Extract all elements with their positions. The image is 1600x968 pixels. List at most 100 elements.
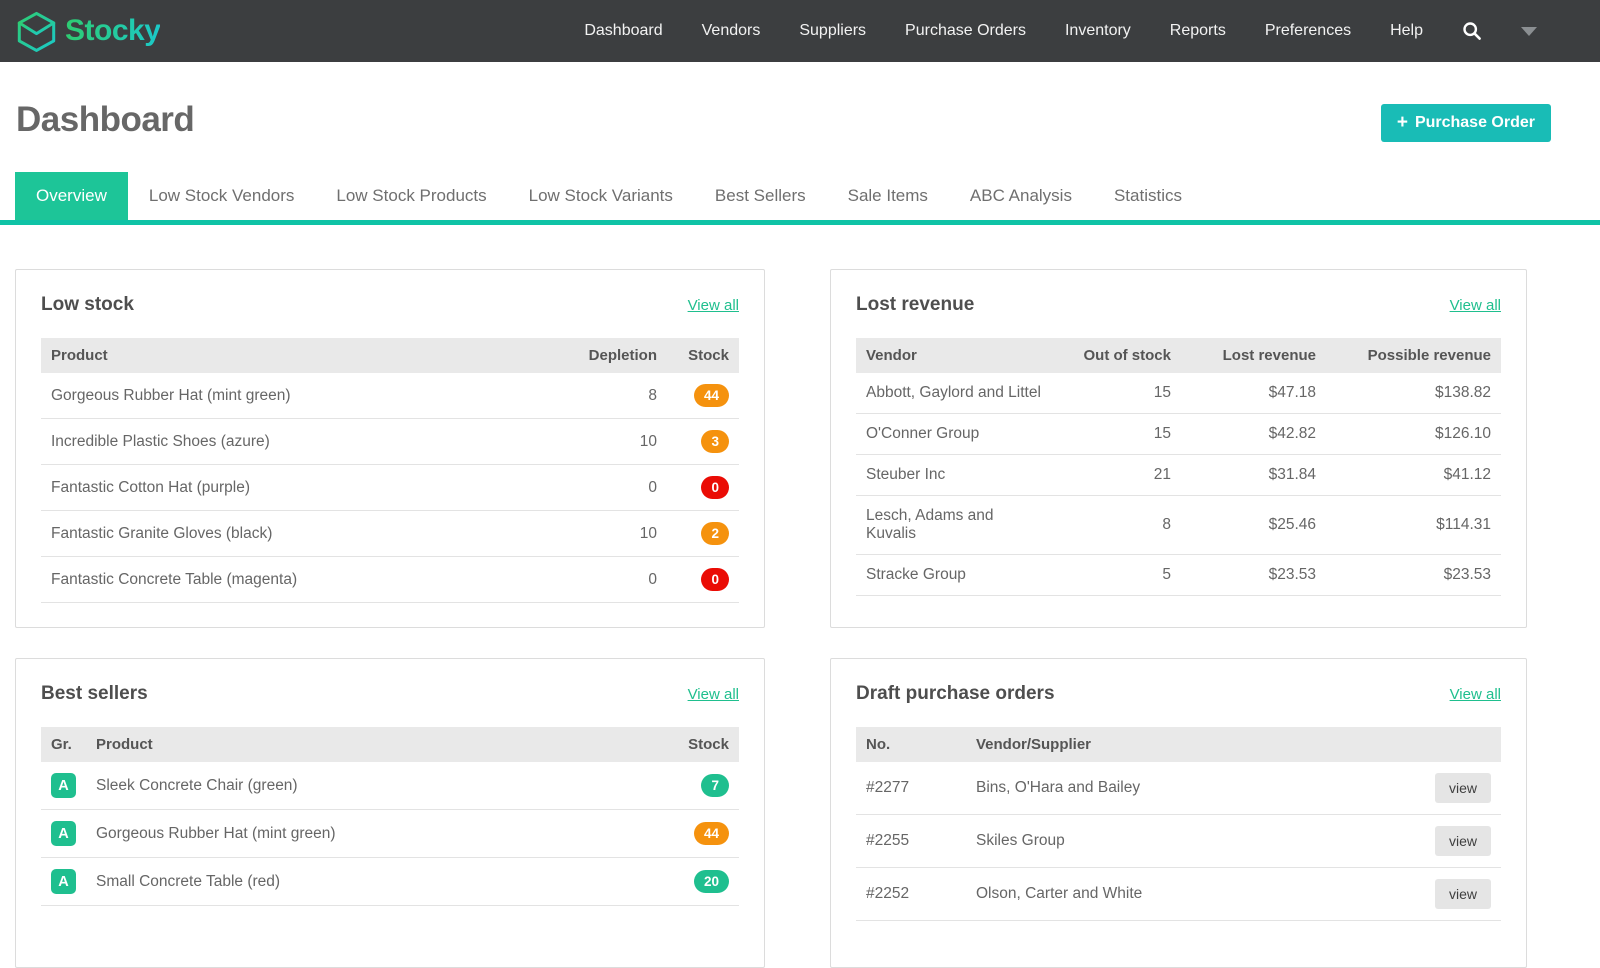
- low-stock-table: Product Depletion Stock Gorgeous Rubber …: [41, 338, 739, 603]
- card-title: Lost revenue: [856, 294, 974, 316]
- tab[interactable]: Low Stock Variants: [508, 172, 694, 220]
- product-cell: Fantastic Cotton Hat (purple): [41, 465, 557, 511]
- possible-revenue-cell: $114.31: [1326, 496, 1501, 555]
- tab[interactable]: ABC Analysis: [949, 172, 1093, 220]
- column-header: Vendor/Supplier: [966, 727, 1425, 762]
- table-row: Gorgeous Rubber Hat (mint green) 8 44: [41, 373, 739, 419]
- top-navbar: Stocky Dashboard Vendors Suppliers Purch…: [0, 0, 1600, 62]
- column-header: Stock: [667, 727, 739, 762]
- out-of-stock-cell: 21: [1051, 455, 1181, 496]
- table-row: Stracke Group 5 $23.53 $23.53: [856, 555, 1501, 596]
- nav-item[interactable]: Reports: [1170, 22, 1226, 40]
- vendor-cell: Steuber Inc: [856, 455, 1051, 496]
- column-header: Gr.: [41, 727, 86, 762]
- tab[interactable]: Statistics: [1093, 172, 1203, 220]
- page-header: Dashboard + Purchase Order: [0, 62, 1600, 142]
- column-header: [1425, 727, 1501, 762]
- product-cell: Sleek Concrete Chair (green): [86, 762, 667, 810]
- table-row: O'Conner Group 15 $42.82 $126.10: [856, 414, 1501, 455]
- vendor-cell: Stracke Group: [856, 555, 1051, 596]
- nav-item[interactable]: Preferences: [1265, 22, 1351, 40]
- table-row: Fantastic Granite Gloves (black) 10 2: [41, 511, 739, 557]
- possible-revenue-cell: $138.82: [1326, 373, 1501, 414]
- nav-item[interactable]: Inventory: [1065, 22, 1131, 40]
- view-all-link[interactable]: View all: [688, 686, 739, 703]
- nav-item[interactable]: Vendors: [702, 22, 761, 40]
- table-row: Lesch, Adams and Kuvalis 8 $25.46 $114.3…: [856, 496, 1501, 555]
- page-title: Dashboard: [16, 100, 194, 140]
- dashboard-tabs: Overview Low Stock Vendors Low Stock Pro…: [0, 172, 1600, 220]
- stocky-cube-logo-icon: [15, 9, 58, 54]
- table-row: Steuber Inc 21 $31.84 $41.12: [856, 455, 1501, 496]
- depletion-cell: 0: [557, 557, 667, 603]
- column-header: Vendor: [856, 338, 1051, 373]
- stock-badge: 0: [701, 476, 729, 499]
- stock-badge: 20: [694, 870, 729, 893]
- low-stock-card: Low stock View all Product Depletion Sto…: [15, 269, 765, 628]
- chevron-down-icon[interactable]: [1521, 27, 1537, 36]
- purchase-order-button[interactable]: + Purchase Order: [1381, 104, 1551, 142]
- search-button[interactable]: [1462, 21, 1482, 41]
- card-title: Best sellers: [41, 683, 148, 705]
- table-row: A Small Concrete Table (red) 20: [41, 858, 739, 906]
- table-row: #2252 Olson, Carter and White view: [856, 868, 1501, 921]
- product-cell: Small Concrete Table (red): [86, 858, 667, 906]
- brand-name: Stocky: [65, 14, 160, 48]
- stock-badge: 2: [701, 522, 729, 545]
- out-of-stock-cell: 8: [1051, 496, 1181, 555]
- depletion-cell: 10: [557, 511, 667, 557]
- depletion-cell: 0: [557, 465, 667, 511]
- table-row: Fantastic Concrete Table (magenta) 0 0: [41, 557, 739, 603]
- po-number-cell: #2255: [856, 815, 966, 868]
- view-all-link[interactable]: View all: [1450, 686, 1501, 703]
- table-row: #2255 Skiles Group view: [856, 815, 1501, 868]
- column-header: Possible revenue: [1326, 338, 1501, 373]
- possible-revenue-cell: $41.12: [1326, 455, 1501, 496]
- column-header: No.: [856, 727, 966, 762]
- tab[interactable]: Low Stock Vendors: [128, 172, 316, 220]
- view-button[interactable]: view: [1435, 773, 1491, 803]
- tab[interactable]: Low Stock Products: [315, 172, 507, 220]
- table-row: Fantastic Cotton Hat (purple) 0 0: [41, 465, 739, 511]
- vendor-cell: Lesch, Adams and Kuvalis: [856, 496, 1051, 555]
- out-of-stock-cell: 15: [1051, 373, 1181, 414]
- main-content: Dashboard + Purchase Order Overview Low …: [0, 62, 1600, 968]
- best-sellers-card: Best sellers View all Gr. Product Stock …: [15, 658, 765, 968]
- view-all-link[interactable]: View all: [1450, 297, 1501, 314]
- draft-purchase-orders-table: No. Vendor/Supplier #2277 Bins, O'Hara a…: [856, 727, 1501, 921]
- possible-revenue-cell: $126.10: [1326, 414, 1501, 455]
- po-number-cell: #2277: [856, 762, 966, 815]
- nav-item[interactable]: Suppliers: [799, 22, 866, 40]
- stock-badge: 3: [701, 430, 729, 453]
- product-cell: Gorgeous Rubber Hat (mint green): [86, 810, 667, 858]
- grade-badge: A: [51, 773, 76, 798]
- brand-logo[interactable]: Stocky: [15, 9, 160, 54]
- column-header: Lost revenue: [1181, 338, 1326, 373]
- nav-item[interactable]: Dashboard: [584, 22, 662, 40]
- lost-revenue-cell: $23.53: [1181, 555, 1326, 596]
- depletion-cell: 10: [557, 419, 667, 465]
- view-all-link[interactable]: View all: [688, 297, 739, 314]
- vendor-cell: Skiles Group: [966, 815, 1425, 868]
- tab[interactable]: Sale Items: [827, 172, 949, 220]
- card-title: Low stock: [41, 294, 134, 316]
- view-button[interactable]: view: [1435, 826, 1491, 856]
- purchase-order-button-label: Purchase Order: [1415, 114, 1535, 132]
- table-row: A Gorgeous Rubber Hat (mint green) 44: [41, 810, 739, 858]
- product-cell: Fantastic Granite Gloves (black): [41, 511, 557, 557]
- tab[interactable]: Overview: [15, 172, 128, 220]
- vendor-cell: Bins, O'Hara and Bailey: [966, 762, 1425, 815]
- nav-item[interactable]: Purchase Orders: [905, 22, 1026, 40]
- nav-utilities: [1462, 21, 1537, 41]
- product-cell: Fantastic Concrete Table (magenta): [41, 557, 557, 603]
- nav-item[interactable]: Help: [1390, 22, 1423, 40]
- column-header: Stock: [667, 338, 739, 373]
- draft-purchase-orders-card: Draft purchase orders View all No. Vendo…: [830, 658, 1527, 968]
- table-row: A Sleek Concrete Chair (green) 7: [41, 762, 739, 810]
- out-of-stock-cell: 15: [1051, 414, 1181, 455]
- table-row: #2277 Bins, O'Hara and Bailey view: [856, 762, 1501, 815]
- view-button[interactable]: view: [1435, 879, 1491, 909]
- tab[interactable]: Best Sellers: [694, 172, 827, 220]
- vendor-cell: Abbott, Gaylord and Littel: [856, 373, 1051, 414]
- lost-revenue-cell: $42.82: [1181, 414, 1326, 455]
